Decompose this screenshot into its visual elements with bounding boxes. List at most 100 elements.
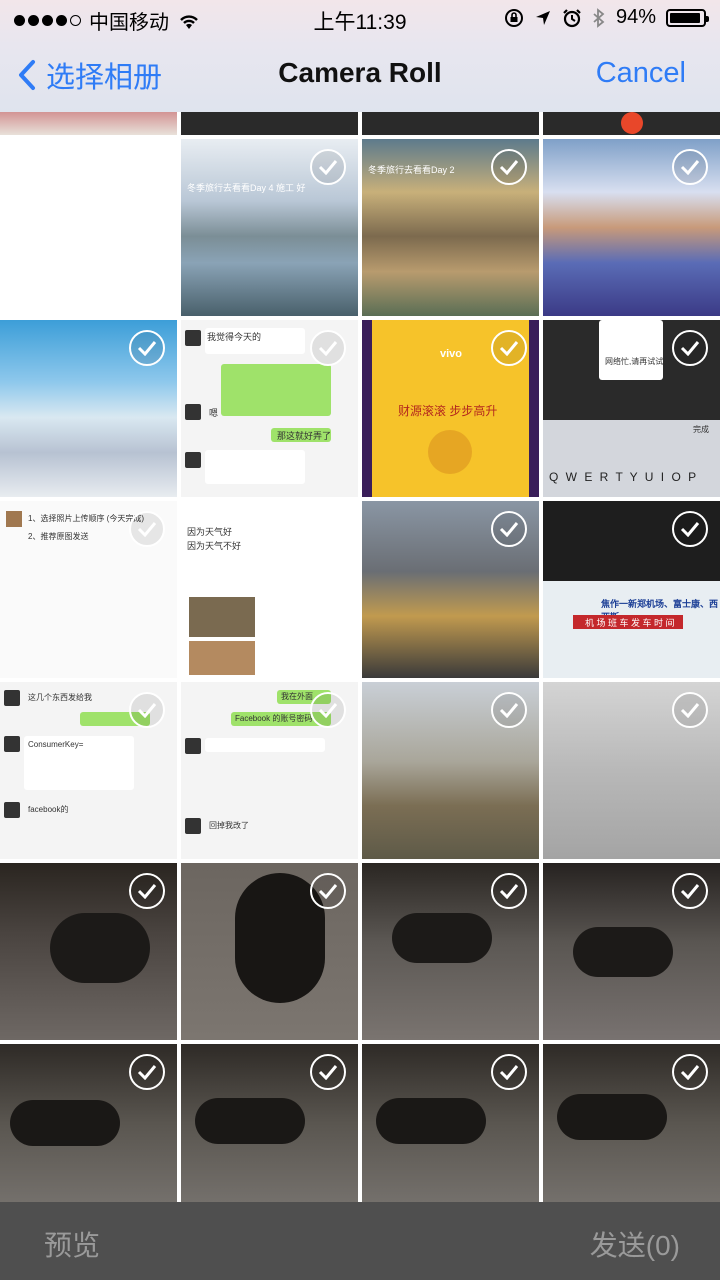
select-checkmark[interactable] bbox=[310, 873, 346, 909]
play-icon bbox=[621, 112, 643, 134]
photo-thumbnail[interactable]: 冬季旅行去看看Day 4 施工 好 bbox=[181, 139, 358, 316]
battery-percent: 94% bbox=[615, 6, 656, 28]
photo-thumbnail[interactable]: 因为天气好 因为天气不好 bbox=[181, 501, 358, 678]
alarm-icon bbox=[563, 8, 581, 27]
photo-thumbnail[interactable] bbox=[362, 112, 539, 135]
chat-message: 我在外面 bbox=[281, 692, 313, 701]
photo-thumbnail[interactable] bbox=[362, 863, 539, 1040]
photo-thumbnail[interactable] bbox=[543, 112, 720, 135]
photo-thumbnail[interactable] bbox=[362, 682, 539, 859]
select-checkmark[interactable] bbox=[672, 330, 708, 366]
checkmark-icon bbox=[680, 160, 700, 175]
select-checkmark[interactable] bbox=[491, 330, 527, 366]
checkmark-icon bbox=[680, 522, 700, 537]
photo-thumbnail[interactable]: 网络忙,请再试试 完成 Q W E R T Y U I O P bbox=[543, 320, 720, 497]
tile-caption: 因为天气不好 bbox=[187, 541, 242, 551]
photo-thumbnail[interactable] bbox=[543, 139, 720, 316]
checkmark-icon bbox=[318, 703, 338, 718]
bottom-toolbar: 预览 发送(0) bbox=[0, 1202, 720, 1280]
preview-button[interactable]: 预览 bbox=[44, 1224, 100, 1264]
cancel-button[interactable]: Cancel bbox=[596, 57, 686, 90]
select-checkmark[interactable] bbox=[491, 511, 527, 547]
select-checkmark[interactable] bbox=[129, 692, 165, 728]
location-icon bbox=[535, 10, 550, 25]
select-checkmark[interactable] bbox=[310, 1054, 346, 1090]
photo-thumbnail[interactable] bbox=[181, 112, 358, 135]
tile-caption: 冬季旅行去看看Day 2 bbox=[368, 165, 455, 175]
tile-caption: 网络忙,请再试试 bbox=[605, 357, 664, 366]
battery-icon bbox=[666, 8, 709, 27]
select-checkmark[interactable] bbox=[129, 873, 165, 909]
select-checkmark[interactable] bbox=[310, 330, 346, 366]
rotation-lock-icon bbox=[504, 8, 523, 27]
photo-thumbnail[interactable] bbox=[543, 863, 720, 1040]
select-checkmark[interactable] bbox=[672, 149, 708, 185]
photo-thumbnail[interactable]: 我觉得今天的 嗯 那这就好弄了 bbox=[181, 320, 358, 497]
checkmark-icon bbox=[499, 160, 519, 175]
tile-caption: 完成 bbox=[693, 425, 709, 434]
photo-thumbnail[interactable]: 这几个东西发给我 ConsumerKey= facebook的 bbox=[0, 682, 177, 859]
select-checkmark[interactable] bbox=[129, 511, 165, 547]
photo-thumbnail[interactable]: 1、选择照片上传顺序 (今天完成) 2、推荐原图发送 bbox=[0, 501, 177, 678]
select-checkmark[interactable] bbox=[672, 511, 708, 547]
photo-thumbnail[interactable] bbox=[181, 863, 358, 1040]
status-bar: 中国移动 上午11:39 94% bbox=[0, 0, 720, 38]
chat-message: 嗯 bbox=[209, 408, 219, 418]
checkmark-icon bbox=[137, 341, 157, 356]
checkmark-icon bbox=[137, 522, 157, 537]
photo-thumbnail[interactable] bbox=[181, 1044, 358, 1202]
photo-thumbnail[interactable] bbox=[362, 1044, 539, 1202]
chat-message: 回掉我改了 bbox=[209, 821, 249, 830]
chat-message: Facebook 的账号密码 bbox=[235, 714, 313, 723]
checkmark-icon bbox=[499, 522, 519, 537]
photo-grid: 冬季旅行去看看Day 4 施工 好 冬季旅行去看看Day 2 我觉得今天的 嗯 … bbox=[0, 112, 720, 1202]
photo-thumbnail[interactable] bbox=[0, 863, 177, 1040]
chat-message: 这几个东西发给我 bbox=[28, 693, 92, 702]
checkmark-icon bbox=[680, 1065, 700, 1080]
photo-thumbnail[interactable]: vivo 财源滚滚 步步高升 bbox=[362, 320, 539, 497]
checkmark-icon bbox=[499, 1065, 519, 1080]
checkmark-icon bbox=[318, 884, 338, 899]
checkmark-icon bbox=[499, 884, 519, 899]
photo-thumbnail[interactable] bbox=[0, 112, 177, 135]
navigation-bar: 选择相册 Camera Roll Cancel bbox=[0, 38, 720, 112]
select-checkmark[interactable] bbox=[129, 1054, 165, 1090]
chat-message: ConsumerKey= bbox=[28, 740, 84, 749]
select-checkmark[interactable] bbox=[491, 873, 527, 909]
chat-message: 我觉得今天的 bbox=[207, 332, 262, 342]
photo-thumbnail[interactable]: 我在外面 Facebook 的账号密码 回掉我改了 bbox=[181, 682, 358, 859]
checkmark-icon bbox=[318, 341, 338, 356]
select-checkmark[interactable] bbox=[672, 692, 708, 728]
select-checkmark[interactable] bbox=[129, 330, 165, 366]
select-checkmark[interactable] bbox=[491, 1054, 527, 1090]
select-checkmark[interactable] bbox=[310, 149, 346, 185]
chat-message: facebook的 bbox=[28, 805, 69, 814]
photo-thumbnail[interactable] bbox=[0, 320, 177, 497]
photo-thumbnail[interactable] bbox=[543, 682, 720, 859]
select-checkmark[interactable] bbox=[672, 873, 708, 909]
photo-thumbnail[interactable] bbox=[362, 501, 539, 678]
checkmark-icon bbox=[680, 341, 700, 356]
photo-thumbnail[interactable] bbox=[0, 1044, 177, 1202]
send-button[interactable]: 发送(0) bbox=[590, 1224, 680, 1264]
select-checkmark[interactable] bbox=[491, 149, 527, 185]
chat-message: 那这就好弄了 bbox=[277, 431, 332, 441]
top-bar: 中国移动 上午11:39 94% 选择相册 Camera Roll Cancel bbox=[0, 0, 720, 112]
checkmark-icon bbox=[318, 1065, 338, 1080]
photo-thumbnail-empty bbox=[0, 139, 177, 316]
photo-thumbnail[interactable] bbox=[543, 1044, 720, 1202]
checkmark-icon bbox=[499, 341, 519, 356]
photo-thumbnail[interactable]: 焦作一新郑机场、富士康、西亚斯 机 场 班 车 发 车 时 间 bbox=[543, 501, 720, 678]
checkmark-icon bbox=[680, 703, 700, 718]
tile-caption: 因为天气好 bbox=[187, 527, 233, 537]
checkmark-icon bbox=[137, 884, 157, 899]
checkmark-icon bbox=[318, 160, 338, 175]
tile-caption: 机 场 班 车 发 车 时 间 bbox=[585, 618, 675, 628]
bluetooth-icon bbox=[593, 7, 605, 28]
checkmark-icon bbox=[137, 1065, 157, 1080]
select-checkmark[interactable] bbox=[310, 692, 346, 728]
tile-caption: 1、选择照片上传顺序 (今天完成) bbox=[28, 514, 144, 523]
photo-thumbnail[interactable]: 冬季旅行去看看Day 2 bbox=[362, 139, 539, 316]
select-checkmark[interactable] bbox=[491, 692, 527, 728]
select-checkmark[interactable] bbox=[672, 1054, 708, 1090]
